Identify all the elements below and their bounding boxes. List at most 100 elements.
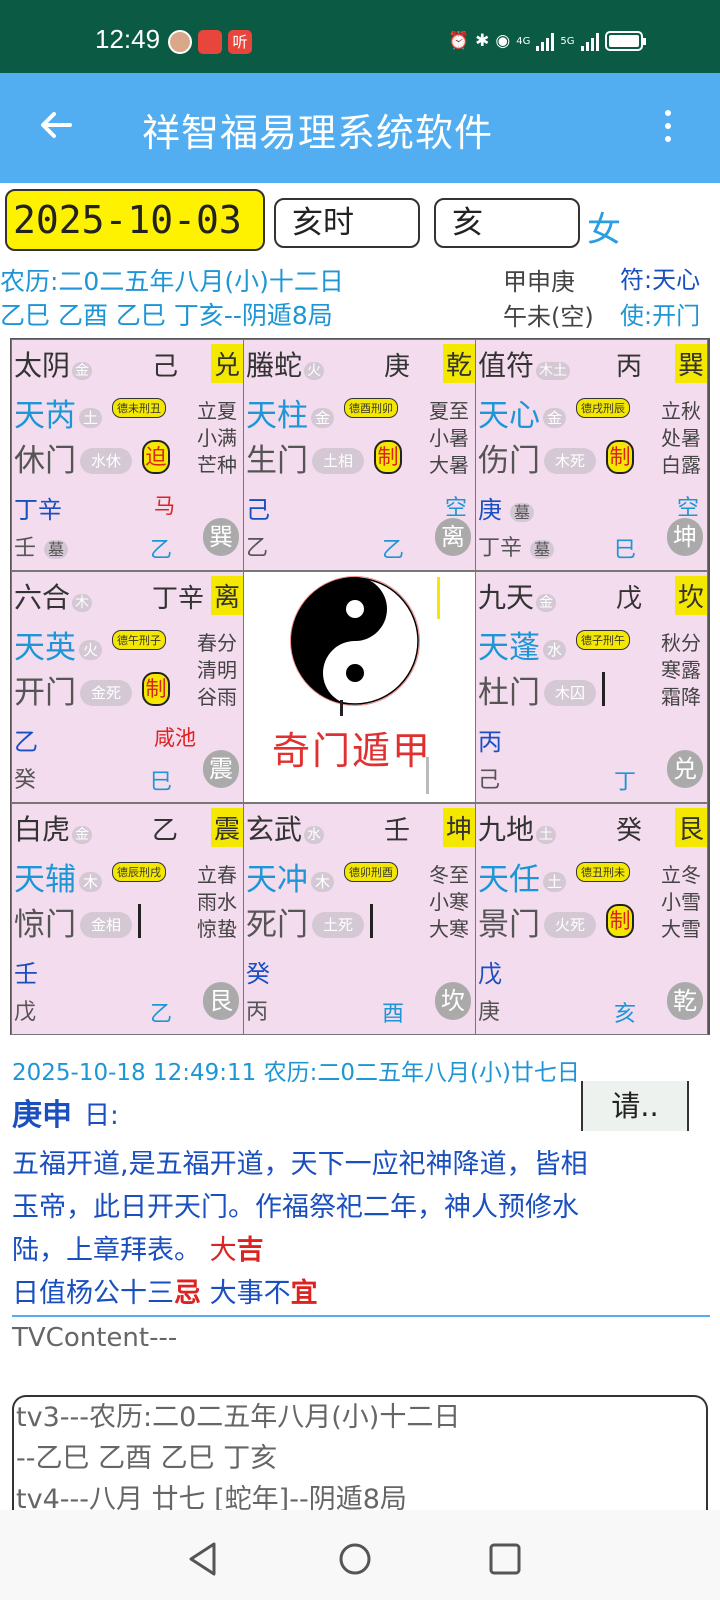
nav-back-icon[interactable] [186,1541,220,1577]
date-button[interactable]: 2025-10-03 [5,189,265,251]
palace-trigram: 坤 [442,808,475,847]
g2-stem: 癸 [14,768,37,793]
ji-prefix: 大 [209,1235,237,1266]
element-badge: 木 [311,872,335,892]
palace-empty: 空 [676,496,699,521]
solar-term: 小雪 [661,890,701,914]
request-button[interactable]: 请.. [581,1081,689,1131]
palace-mark: 制 [606,440,634,474]
palace-g2: 丁辛墓 [478,530,555,562]
g1-stem: 丙 [478,728,502,756]
palace-ground-stem: 乙 [382,538,405,563]
palace-god: 六合木 [14,576,93,616]
solar-terms: 立冬 小雪 大雪 [653,862,701,943]
solar-term: 立秋 [661,399,701,423]
palace-door: 杜门 [478,675,540,711]
palace-door: 景门 [478,907,540,943]
palace-god: 九天金 [478,576,557,616]
palace-door: 生门 [246,443,308,479]
palace-god: 太阴金 [14,344,93,384]
branch-button[interactable]: 亥 [434,198,580,248]
solar-term: 惊蛰 [197,917,237,941]
palace-trigram: 兑 [210,344,243,383]
palace-heaven-stem: 丙 [616,352,643,382]
alarm-icon: ⏰ [448,31,470,51]
god-name: 白虎 [14,813,71,846]
line2-a: 日值杨公十三 [12,1278,174,1309]
palace-g2: 乙 [246,530,268,562]
fu-label: 符:天心 [620,266,701,294]
solar-term: 立冬 [661,863,701,887]
palace-g2: 壬墓 [14,530,69,562]
palace-trigram: 巽 [674,344,707,383]
palace-badge: 德未刑丑 [112,398,166,418]
element-badge: 金 [72,362,93,380]
solar-term: 清明 [197,658,237,682]
back-arrow-icon[interactable] [36,105,76,145]
palace-star: 天任土 [478,854,567,899]
palace-heaven-stem: 庚 [384,352,411,382]
palace-badge: 德辰刑戌 [112,862,166,882]
ganzhi-top: 甲申庚 [503,268,575,296]
gender-toggle[interactable]: 女 [587,202,621,251]
g2-stem: 丁辛 [478,536,523,561]
palace-trigram: 乾 [442,344,475,383]
shi-label: 使:开门 [620,302,701,330]
palace-name: 离 [435,518,471,556]
g1-stem: 庚 [478,496,502,524]
solar-terms: 立夏 小满 芒种 [189,398,237,479]
g2-stem: 丙 [246,1000,269,1025]
g1-stem: 戊 [478,960,502,988]
palace-ground-stem: 巳 [150,770,173,795]
palace-badge: 德子刑午 [576,630,630,650]
door-status-badge: 水休 [80,448,132,474]
palace-cell: 九地土癸艮天任土德丑刑未 立冬 小雪 大雪 景门 火死制戊庚亥乾 [475,803,708,1035]
palace-god: 玄武水 [246,808,325,848]
palace-star: 天心金 [478,390,567,435]
palace-g1: 戊 [478,954,502,989]
solar-term: 大暑 [429,453,469,477]
palace-empty: 空 [444,496,467,521]
palace-star: 天辅木 [14,854,103,899]
element-badge: 土 [543,872,567,892]
desc-text: 五福开道,是五福开道，天下一应祀神降道，皆相玉帝，此日开天门。作福祭祀二年，神人… [12,1149,588,1266]
tv-scroll-box[interactable]: tv3---农历:二0二五年八月(小)十二日 --乙巳 乙酉 乙巳 丁亥 tv4… [12,1395,708,1515]
door-status-badge: 金相 [80,912,132,938]
palace-mark: 制 [142,672,170,706]
palace-g2: 癸 [14,762,36,794]
palace-ground-stem: 乙 [150,1002,173,1027]
palace-name: 坎 [435,982,471,1020]
solar-term: 秋分 [661,631,701,655]
palace-ground-stem: 巳 [614,538,637,563]
solar-terms: 冬至 小寒 大寒 [421,862,469,943]
nav-home-icon[interactable] [338,1541,372,1577]
solar-terms: 立春 雨水 惊蛰 [189,862,237,943]
palace-heaven-stem: 癸 [616,816,643,846]
palace-g2: 己 [478,762,500,794]
nav-recents-icon[interactable] [488,1541,522,1577]
g1-stem: 丁辛 [14,496,62,524]
center-marker [340,700,343,716]
current-datetime: 2025-10-18 12:49:11 农历:二0二五年八月(小)廿七日 [12,1060,580,1086]
palace-bar [602,672,605,706]
solar-term: 小寒 [429,890,469,914]
palace-name: 乾 [667,982,703,1020]
solar-term: 雨水 [197,890,237,914]
ganzhi-bottom: 午未(空) [503,303,594,331]
solar-term: 冬至 [429,863,469,887]
tv3b-line: --乙巳 乙酉 乙巳 丁亥 [16,1443,278,1474]
palace-heaven-stem: 乙 [152,816,179,846]
palace-side-note: 咸池 [154,726,196,750]
palace-name: 震 [203,750,239,788]
solar-term: 霜降 [661,685,701,709]
element-badge: 水 [543,640,567,660]
solar-term: 白露 [661,453,701,477]
hour-button[interactable]: 亥时 [274,198,420,248]
element-badge: 土 [536,826,557,844]
god-name: 九天 [478,581,535,614]
g1-stem: 壬 [14,960,38,988]
overflow-menu-icon[interactable] [662,110,674,146]
g1-stem: 乙 [14,728,38,756]
element-badge: 金 [311,408,335,428]
yi-label: 宜 [290,1278,318,1309]
